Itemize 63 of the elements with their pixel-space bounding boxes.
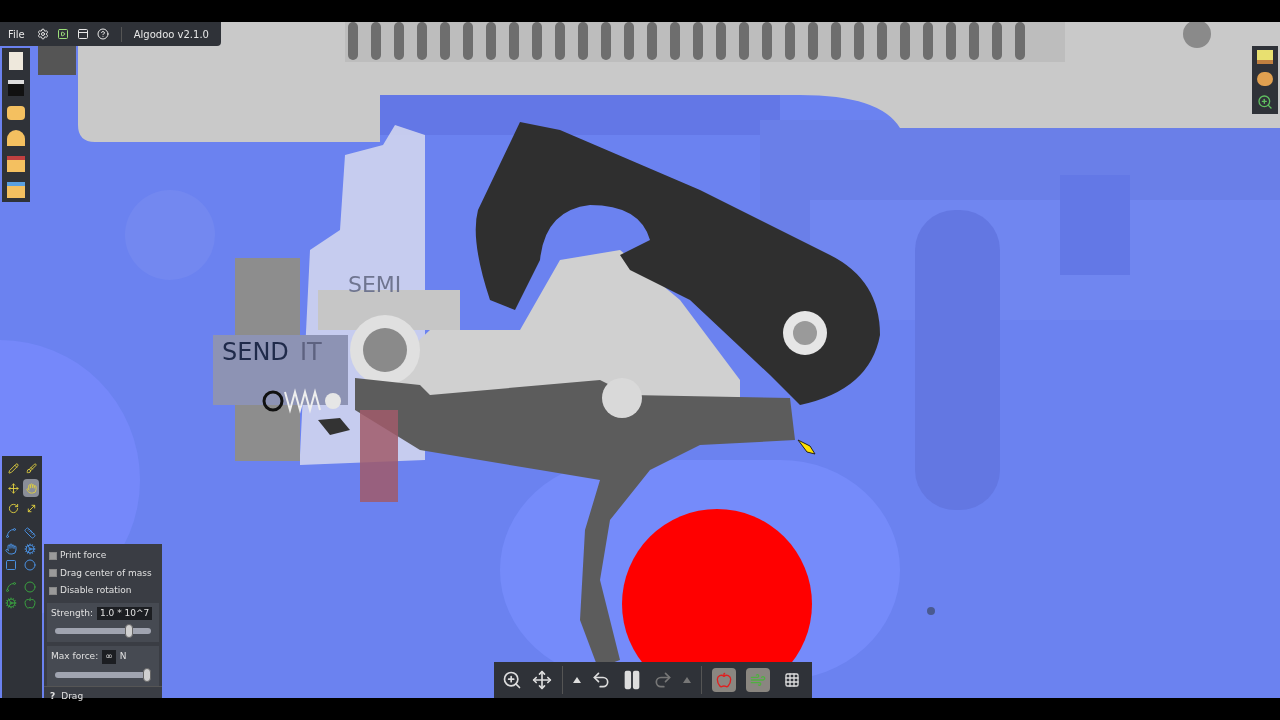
undo-icon[interactable] xyxy=(591,670,611,690)
sear-drawing xyxy=(318,418,350,435)
zoom-icon[interactable] xyxy=(1257,94,1273,110)
scene-label: SEMI xyxy=(348,272,402,297)
round-knob-drawing xyxy=(350,315,420,385)
option-label: Drag center of mass xyxy=(60,566,152,580)
tool-icon xyxy=(7,502,19,514)
settings-icon[interactable] xyxy=(36,28,49,40)
trigger-pin-drawing xyxy=(602,378,642,418)
shape-tool-icon[interactable] xyxy=(5,559,17,571)
hammer-pin-drawing xyxy=(783,311,827,355)
pointer-icon xyxy=(797,439,816,455)
strength-label: Strength: xyxy=(51,606,93,620)
toggle-icon xyxy=(750,672,766,688)
toggle-icon xyxy=(716,672,732,688)
joint-tool-icon[interactable] xyxy=(24,597,36,609)
caret-icon[interactable] xyxy=(573,677,581,683)
tool-name: Drag xyxy=(61,689,84,703)
slider-thumb[interactable] xyxy=(125,624,134,638)
zoom-icon[interactable] xyxy=(502,670,522,690)
menu-item[interactable]: File xyxy=(0,26,33,42)
scene-label: SEND xyxy=(222,338,289,366)
joint-tool-icon[interactable] xyxy=(5,597,17,609)
tool-icon xyxy=(25,482,37,494)
hole-shape xyxy=(1183,22,1211,48)
checkbox[interactable] xyxy=(49,586,57,595)
joint-tool-icon[interactable] xyxy=(5,581,17,593)
unit-label: N xyxy=(119,650,127,663)
help-mark[interactable]: ? xyxy=(50,689,56,703)
max-force-label: Max force: xyxy=(51,650,99,663)
shape-tool-icon[interactable] xyxy=(24,527,36,539)
slider[interactable] xyxy=(55,667,151,682)
shape-tool-icon[interactable] xyxy=(24,543,36,555)
slider-thumb[interactable] xyxy=(143,667,151,682)
app-title: Algodoo v2.1.0 xyxy=(120,26,221,42)
shape-tool-icon[interactable] xyxy=(5,543,17,555)
window-icon[interactable] xyxy=(76,28,89,40)
tool-button[interactable] xyxy=(23,479,39,497)
shape-tool-icon[interactable] xyxy=(24,559,36,571)
joint-tool-icon[interactable] xyxy=(24,581,36,593)
option-label: Print force xyxy=(60,549,107,562)
marker-dot xyxy=(927,607,935,615)
max-force-field[interactable]: ∞ xyxy=(102,650,116,664)
checkbox[interactable] xyxy=(49,569,57,578)
option-label: Disable rotation xyxy=(60,584,132,597)
tool-icon xyxy=(7,462,19,474)
folder-icon[interactable] xyxy=(7,106,25,120)
tool-icon xyxy=(7,482,19,494)
toggle-button[interactable] xyxy=(712,668,736,692)
pan-icon[interactable] xyxy=(532,670,552,690)
strength-field[interactable]: 1.0 * 10^7 xyxy=(96,606,153,620)
panel-icon[interactable] xyxy=(8,80,24,96)
toggle-icon xyxy=(784,672,800,688)
help-icon[interactable] xyxy=(96,28,109,40)
rectangle-shape xyxy=(38,45,76,75)
slider[interactable] xyxy=(55,624,151,638)
checkbox[interactable] xyxy=(49,551,57,560)
shape-tool-icon[interactable] xyxy=(5,527,17,539)
tool-icon xyxy=(25,502,37,514)
toggle-button[interactable] xyxy=(746,668,770,692)
play-box-icon[interactable] xyxy=(56,28,69,40)
redo-icon[interactable] xyxy=(653,670,673,690)
tool-icon xyxy=(25,462,37,474)
